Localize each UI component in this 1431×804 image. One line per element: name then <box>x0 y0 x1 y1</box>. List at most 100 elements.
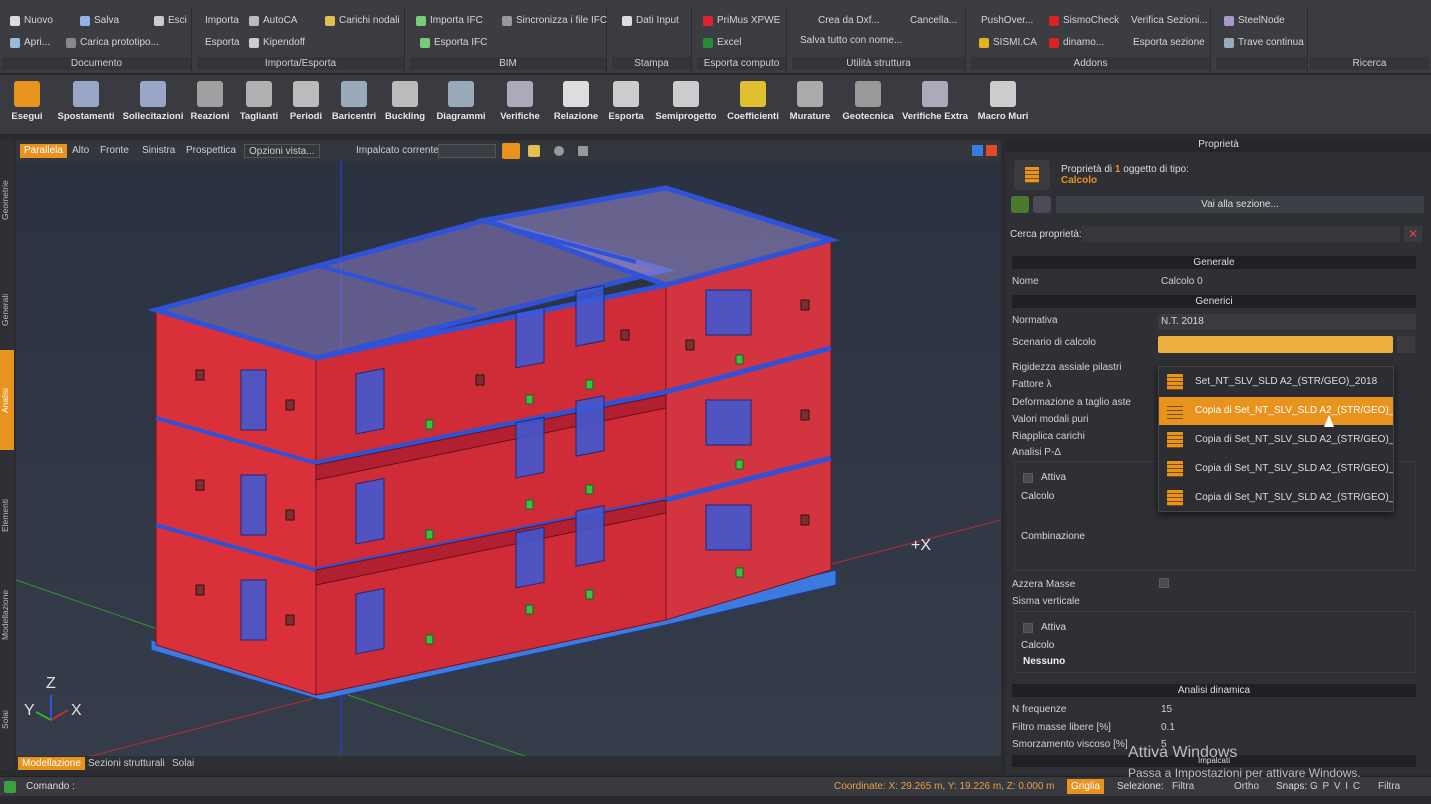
tab-elementi[interactable]: Elementi <box>0 480 14 550</box>
steelnode-button[interactable]: SteelNode <box>1224 12 1285 30</box>
view-fronte[interactable]: Fronte <box>96 144 133 158</box>
view-alto[interactable]: Alto <box>68 144 93 158</box>
taskbar-strip <box>0 796 1431 804</box>
close-icon[interactable] <box>986 145 997 156</box>
ortho-toggle[interactable]: Ortho <box>1234 781 1259 792</box>
toolbar-button-sollecitazioni[interactable]: Sollecitazioni <box>120 79 186 131</box>
delete-button[interactable]: Cancella... <box>898 12 957 30</box>
toolbar-button-semiprogetto[interactable]: Semiprogetto <box>654 79 718 131</box>
toolbar-button-baricentri[interactable]: Baricentri <box>330 79 378 131</box>
pin-down-icon[interactable] <box>578 146 588 156</box>
group-title: Documento <box>2 57 191 70</box>
search-input[interactable] <box>1082 226 1400 242</box>
toolbar-button-periodi[interactable]: Periodi <box>286 79 326 131</box>
toolbar-button-reazioni[interactable]: Reazioni <box>188 79 232 131</box>
continuous-beam-button[interactable]: Trave continua <box>1224 34 1304 52</box>
import-button[interactable]: Importa <box>201 12 239 30</box>
dropdown-option[interactable]: Set_NT_SLV_SLD A2_(STR/GEO)_2018 <box>1159 368 1393 396</box>
toolbar-button-murature[interactable]: Murature <box>786 79 834 131</box>
export-ifc-button[interactable]: Esporta IFC <box>420 34 487 52</box>
autocad-button[interactable]: AutoCA <box>249 12 297 30</box>
export-section-button[interactable]: Esporta sezione <box>1125 34 1205 52</box>
dropdown-option-selected[interactable]: Copia di Set_NT_SLV_SLD A2_(STR/GEO)_2..… <box>1159 397 1393 425</box>
3d-viewport[interactable]: Z Y X +X <box>15 140 1002 770</box>
export-button[interactable]: Esporta <box>201 34 239 52</box>
n-frequenze-value[interactable]: 15 <box>1161 701 1172 718</box>
tab-modellazione[interactable]: Modellazione <box>0 580 14 650</box>
tab-solai[interactable]: Solai <box>0 700 14 740</box>
tab-sezioni-strutturali[interactable]: Sezioni strutturali <box>84 757 169 770</box>
toolbar-button-esporta[interactable]: Esporta <box>605 79 647 131</box>
nome-value[interactable]: Calcolo 0 <box>1161 273 1203 290</box>
toolbar-button-coefficienti[interactable]: Coefficienti <box>724 79 782 131</box>
pin-icon[interactable] <box>554 146 564 156</box>
dinamo-button[interactable]: dinamo... <box>1049 34 1104 52</box>
nessuno-select[interactable]: Nessuno <box>1019 654 1411 670</box>
wrench-icon[interactable] <box>528 145 540 157</box>
filtro-value[interactable]: 0.1 <box>1161 719 1175 736</box>
forward-arrow-icon[interactable] <box>1033 196 1051 213</box>
dropdown-option[interactable]: Copia di Set_NT_SLV_SLD A2_(STR/GEO)_2..… <box>1159 426 1393 454</box>
toolbar-button-esegui[interactable]: Esegui <box>8 79 46 131</box>
view-prospettica[interactable]: Prospettica <box>182 144 240 158</box>
toolbar-button-taglianti[interactable]: Taglianti <box>236 79 282 131</box>
section-generale[interactable]: Generale <box>1012 256 1416 269</box>
normativa-select[interactable]: N.T. 2018 <box>1158 314 1416 330</box>
tab-generali[interactable]: Generali <box>0 280 14 340</box>
impalcato-select[interactable] <box>438 144 496 158</box>
toolbar-button-geotecnica[interactable]: Geotecnica <box>840 79 896 131</box>
scenario-select[interactable] <box>1158 336 1393 353</box>
save-button[interactable]: Salva <box>80 12 119 30</box>
import-ifc-button[interactable]: Importa IFC <box>416 12 483 30</box>
scenario-edit-icon[interactable] <box>1397 336 1415 353</box>
view-parallela[interactable]: Parallela <box>20 144 67 158</box>
kipendoff-button[interactable]: Kipendoff <box>249 34 305 52</box>
mouse-cursor <box>1324 415 1334 427</box>
tab-analisi[interactable]: Analisi <box>0 350 14 450</box>
toolbar-button-relazione[interactable]: Relazione <box>552 79 600 131</box>
attiva-checkbox[interactable] <box>1023 473 1033 483</box>
view-sinistra[interactable]: Sinistra <box>138 144 179 158</box>
pushover-button[interactable]: PushOver... <box>977 12 1033 30</box>
tab-solai-bottom[interactable]: Solai <box>168 757 198 770</box>
filter-button[interactable]: Filtra <box>1172 781 1194 792</box>
new-button[interactable]: Nuovo <box>10 12 53 30</box>
sismica-button[interactable]: SISMI.CA <box>979 34 1037 52</box>
clear-search-icon[interactable]: ✕ <box>1404 226 1422 242</box>
toolbar-button-macro-muri[interactable]: Macro Muri <box>976 79 1030 131</box>
create-from-dxf-button[interactable]: Crea da Dxf... <box>804 12 880 30</box>
maximize-icon[interactable] <box>972 145 983 156</box>
nodal-loads-button[interactable]: Carichi nodali <box>325 12 400 30</box>
toolbar-button-verifiche-extra[interactable]: Verifiche Extra <box>900 79 970 131</box>
attiva2-checkbox[interactable] <box>1023 623 1033 633</box>
input-data-button[interactable]: Dati Input <box>622 12 679 30</box>
sync-ifc-button[interactable]: Sincronizza i file IFC <box>502 12 607 30</box>
filter-button-2[interactable]: Filtra <box>1378 781 1400 792</box>
load-prototype-button[interactable]: Carica prototipo... <box>66 34 159 52</box>
back-arrow-icon[interactable] <box>1011 196 1029 213</box>
toolbar-button-spostamenti[interactable]: Spostamenti <box>56 79 116 131</box>
primus-button[interactable]: PriMus XPWE <box>703 12 780 30</box>
sismocheck-button[interactable]: SismoCheck <box>1049 12 1119 30</box>
view-options-button[interactable]: Opzioni vista... <box>244 144 320 158</box>
lock-icon[interactable] <box>502 143 520 159</box>
dropdown-option[interactable]: Copia di Set_NT_SLV_SLD A2_(STR/GEO)_2..… <box>1159 484 1393 512</box>
section-generici[interactable]: Generici <box>1012 295 1416 308</box>
tab-modellazione-bottom[interactable]: Modellazione <box>18 757 85 770</box>
verify-sections-button[interactable]: Verifica Sezioni... <box>1125 12 1208 30</box>
toolbar-button-verifiche[interactable]: Verifiche <box>494 79 546 131</box>
save-all-as-button[interactable]: Salva tutto con nome... <box>794 32 902 50</box>
excel-button[interactable]: Excel <box>703 34 741 52</box>
chevron-down-icon <box>66 38 76 48</box>
tab-geometrie[interactable]: Geometrie <box>0 170 14 230</box>
toolbar-button-diagrammi[interactable]: Diagrammi <box>432 79 490 131</box>
open-button[interactable]: Apri... <box>10 34 50 52</box>
grid-toggle[interactable]: Griglia <box>1067 779 1104 794</box>
section-analisi-dinamica[interactable]: Analisi dinamica <box>1012 684 1416 697</box>
exit-button[interactable]: Esci <box>154 12 187 30</box>
dropdown-option[interactable]: Copia di Set_NT_SLV_SLD A2_(STR/GEO)_2..… <box>1159 455 1393 483</box>
toolbar-button-buckling[interactable]: Buckling <box>382 79 428 131</box>
azzera-masse-checkbox[interactable] <box>1159 578 1169 588</box>
goto-section-dropdown[interactable]: Vai alla sezione... <box>1056 196 1424 213</box>
snap-options[interactable]: G P V I C <box>1310 781 1361 792</box>
